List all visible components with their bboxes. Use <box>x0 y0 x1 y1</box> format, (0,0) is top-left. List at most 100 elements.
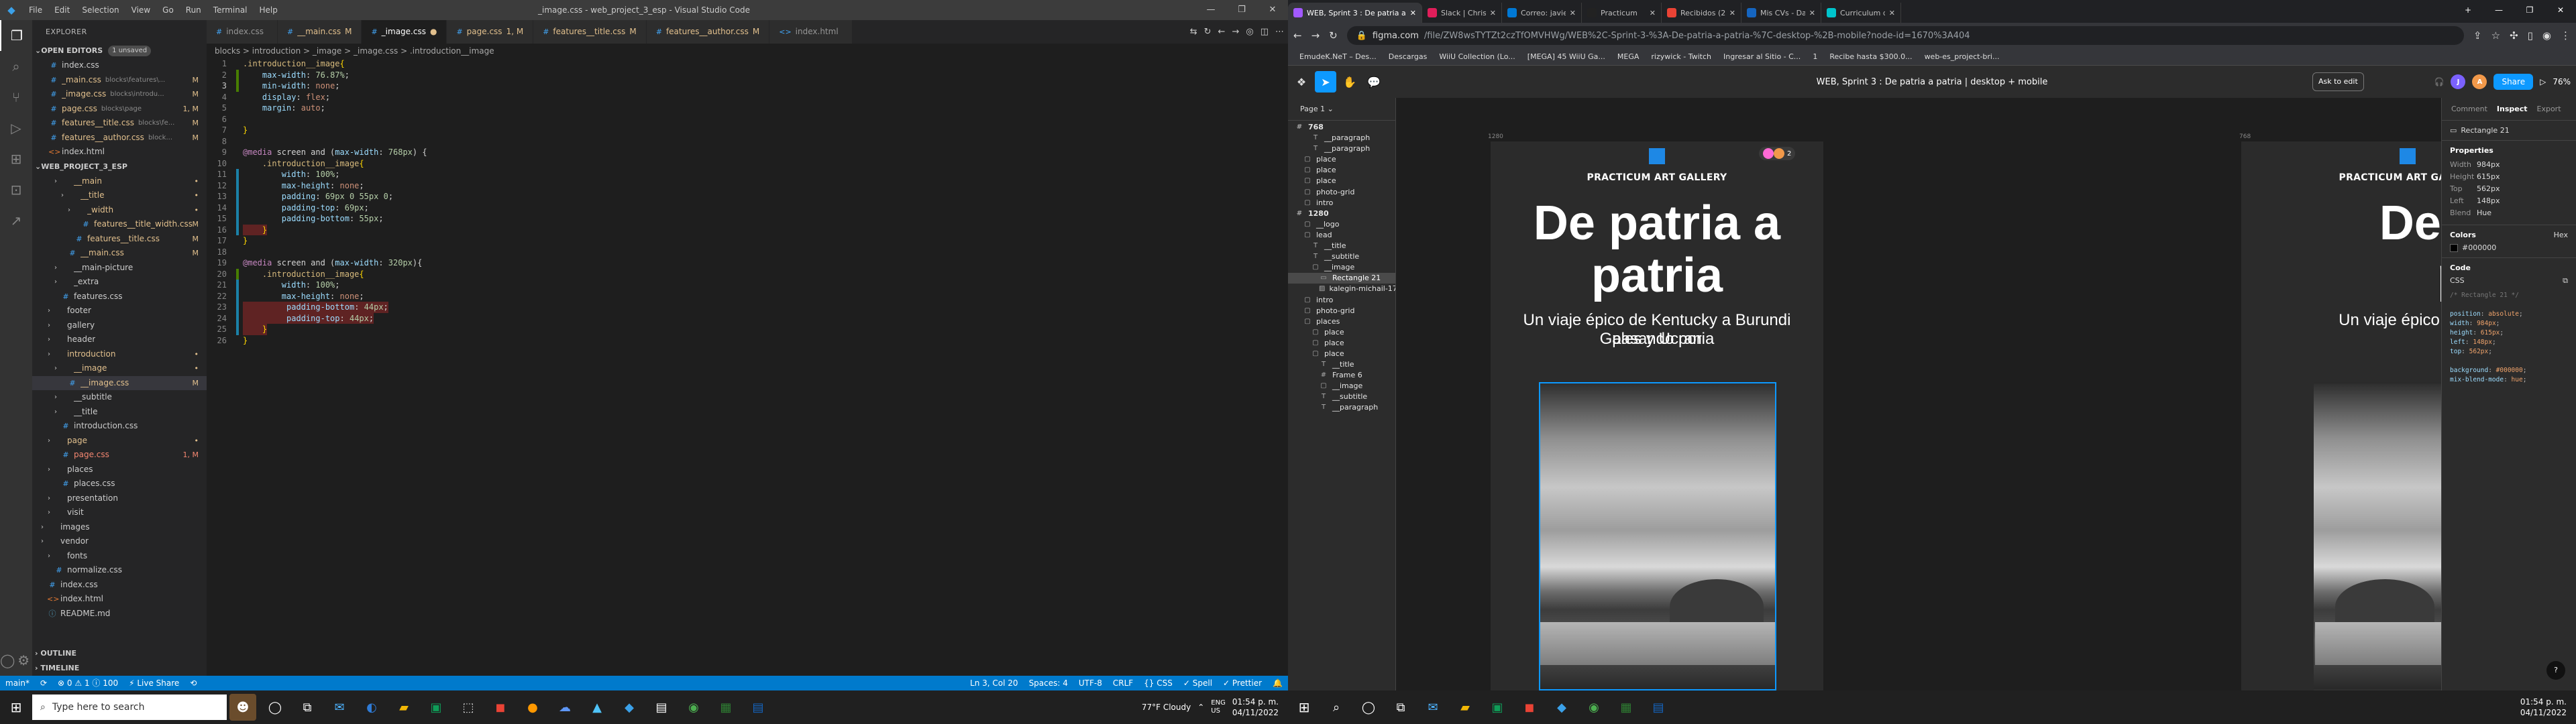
vscode-taskbar-icon[interactable]: ◆ <box>616 694 643 721</box>
zoom-level[interactable]: 76% <box>2553 77 2571 86</box>
code-line[interactable]: 20 .introduction__image{ <box>207 268 1288 280</box>
menu-item-selection[interactable]: Selection <box>76 5 125 15</box>
store-icon[interactable]: ▣ <box>423 694 449 721</box>
preview-icon[interactable]: ◎ <box>1246 20 1253 44</box>
split-editor-icon[interactable]: ◫ <box>1260 20 1269 44</box>
hand-tool-icon[interactable]: ✋ <box>1339 71 1360 93</box>
avatar[interactable]: A <box>2472 74 2487 89</box>
word-icon[interactable]: ▤ <box>745 694 771 721</box>
editor-tab[interactable]: <> index.html <box>769 20 853 44</box>
go-back-icon[interactable]: ← <box>1218 20 1226 44</box>
layer-item[interactable]: T __title <box>1288 241 1395 251</box>
bookmark-item[interactable]: Ingresar al Sitio - C... <box>1717 52 1807 61</box>
status-item-right[interactable]: Ln 3, Col 20 <box>965 676 1024 690</box>
open-editor-item[interactable]: # features__author.css block... M <box>32 131 207 145</box>
clock[interactable]: 01:54 p. m. 04/11/2022 <box>2520 697 2567 718</box>
tree-item-css[interactable]: # features__title.css M <box>32 232 207 247</box>
close-tab-icon[interactable]: ✕ <box>1410 9 1416 17</box>
app-icon[interactable]: ⬚ <box>455 694 482 721</box>
layer-item[interactable]: ▢ place <box>1288 154 1395 165</box>
status-item-right[interactable]: Spaces: 4 <box>1024 676 1073 690</box>
hero-image[interactable] <box>1539 382 1776 690</box>
color-value[interactable]: #000000 <box>2462 243 2496 252</box>
move-tool-icon[interactable]: ➤ <box>1315 71 1336 93</box>
timeline-section[interactable]: › TIMELINE <box>32 661 207 676</box>
editor-tab[interactable]: # features__title.css M <box>533 20 647 44</box>
editor-tab[interactable]: # features__author.css M <box>646 20 770 44</box>
extensions-puzzle-icon[interactable]: ✣ <box>2510 29 2518 42</box>
layer-item[interactable]: ▢ intro <box>1288 295 1395 306</box>
code-line[interactable]: 22 max-height: none; <box>207 290 1288 302</box>
code-line[interactable]: 14 padding-top: 69px; <box>207 202 1288 213</box>
avatar[interactable]: J <box>2451 74 2466 89</box>
remote-explorer-icon[interactable]: ⊡ <box>0 174 32 205</box>
code-line[interactable]: 13 padding: 69px 0 55px 0; <box>207 191 1288 202</box>
code-line[interactable]: 25 } <box>207 324 1288 335</box>
share-button[interactable]: Share <box>2493 74 2534 90</box>
bookmark-item[interactable]: MEGA <box>1611 52 1646 61</box>
tree-item-folder[interactable]: › page • <box>32 434 207 448</box>
go-forward-icon[interactable]: → <box>1232 20 1239 44</box>
close-tab-icon[interactable]: ✕ <box>1650 9 1656 17</box>
forward-icon[interactable]: → <box>1311 29 1320 42</box>
layer-item[interactable]: T __title <box>1288 359 1395 370</box>
editor-tab[interactable]: # _image.css ● <box>362 20 447 44</box>
status-item-left[interactable]: ⊗ 0 ⚠ 1 ⓘ 100 <box>52 676 123 690</box>
open-editor-item[interactable]: # _main.css blocks\features\... M <box>32 73 207 88</box>
layer-item[interactable]: ▭ Rectangle 21 <box>1288 273 1395 284</box>
code-line[interactable]: 8 <box>207 136 1288 147</box>
browser-tab[interactable]: WEB, Sprint 3 : De patria a patria ✕ <box>1288 3 1422 23</box>
open-editor-item[interactable]: # _image.css blocks\introdu... M <box>32 87 207 102</box>
minimize-icon[interactable]: — <box>2483 0 2514 20</box>
code-line[interactable]: 7} <box>207 125 1288 136</box>
code-line[interactable]: 17} <box>207 235 1288 247</box>
tree-item-folder[interactable]: › __title • <box>32 188 207 203</box>
close-icon[interactable]: ✕ <box>1257 0 1288 20</box>
bookmark-star-icon[interactable]: ☆ <box>2491 29 2500 42</box>
code-line[interactable]: 9 @media screen and (max-width: 768px) { <box>207 147 1288 158</box>
layer-item[interactable]: ▢ place <box>1288 165 1395 176</box>
browser-tab[interactable]: Recibidos (2,231) - javiercastill... ✕ <box>1662 3 1741 23</box>
vscode-taskbar-icon[interactable]: ◆ <box>1548 694 1575 721</box>
live-share-icon[interactable]: ↗ <box>0 205 32 236</box>
status-item-right[interactable]: {} CSS <box>1138 676 1178 690</box>
tree-item-folder[interactable]: › gallery <box>32 318 207 333</box>
tree-item-html[interactable]: <> index.html <box>32 592 207 607</box>
code-line[interactable]: 24 padding-top: 44px; <box>207 312 1288 324</box>
figma-menu-icon[interactable]: ❖ <box>1291 71 1312 93</box>
layer-item[interactable]: # Frame 6 <box>1288 370 1395 381</box>
menu-item-edit[interactable]: Edit <box>48 5 76 15</box>
layer-item[interactable]: T __paragraph <box>1288 402 1395 413</box>
firefox-icon[interactable]: ● <box>519 694 546 721</box>
tree-item-css[interactable]: # places.css <box>32 477 207 491</box>
ask-to-edit-button[interactable]: Ask to edit <box>2312 72 2364 91</box>
page-selector[interactable]: Page 1 ⌄ <box>1288 98 1395 121</box>
code-line[interactable]: 1 .introduction__image{ <box>207 58 1288 70</box>
manage-gear-icon[interactable]: ⚙ <box>17 652 30 668</box>
tree-item-folder[interactable]: › __title <box>32 405 207 420</box>
word-icon[interactable]: ▤ <box>1645 694 1672 721</box>
layer-item[interactable]: ▢ photo-grid <box>1288 187 1395 198</box>
open-editors-section[interactable]: ⌄ OPEN EDITORS 1 unsaved <box>32 44 207 58</box>
code-line[interactable]: 4 display: flex; <box>207 92 1288 103</box>
help-icon[interactable]: ? <box>2546 661 2565 680</box>
excel-icon[interactable]: ▦ <box>1613 694 1640 721</box>
bookmark-item[interactable]: [MEGA] 45 WiiU Ga... <box>1521 52 1611 61</box>
menu-item-help[interactable]: Help <box>254 5 284 15</box>
edge-icon[interactable]: ◐ <box>358 694 385 721</box>
tree-item-css[interactable]: # __image.css M <box>32 375 207 390</box>
layer-item[interactable]: ▢ __logo <box>1288 219 1395 230</box>
taskbar-search[interactable]: ⌕ Type here to search <box>32 695 227 720</box>
code-line[interactable]: 16 } <box>207 224 1288 235</box>
inspect-tab[interactable]: Comment <box>2451 105 2487 113</box>
tree-item-folder[interactable]: › introduction • <box>32 347 207 362</box>
run-debug-icon[interactable]: ▷ <box>0 113 32 143</box>
account-icon[interactable]: ◯ <box>0 652 15 668</box>
sidebar-icon[interactable]: ▯ <box>2528 29 2533 42</box>
tree-item-css[interactable]: # features.css <box>32 290 207 304</box>
layer-item[interactable]: T __paragraph <box>1288 133 1395 143</box>
frame-label[interactable]: 768 <box>2239 133 2251 140</box>
windows-start-icon[interactable]: ⊞ <box>1288 699 1320 715</box>
comment-tool-icon[interactable]: 💬 <box>1363 71 1385 93</box>
close-icon[interactable]: ✕ <box>2545 0 2576 20</box>
